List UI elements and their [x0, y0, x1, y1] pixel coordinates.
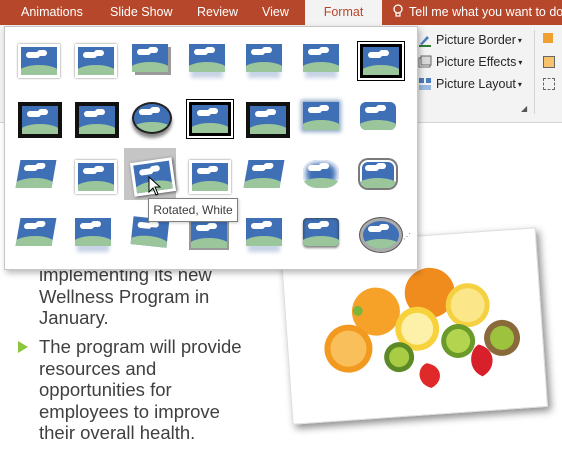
tell-me-box[interactable]: Tell me what you want to do — [392, 0, 562, 25]
picture-style-thumbnail — [187, 100, 233, 138]
chevron-down-icon: ▾ — [517, 80, 522, 89]
align-icon[interactable] — [543, 78, 555, 90]
mouse-pointer-icon — [148, 175, 162, 201]
picture-effects-button[interactable]: Picture Effects ▾ — [418, 52, 522, 72]
picture-style-option[interactable] — [10, 32, 62, 84]
picture-style-option[interactable] — [124, 90, 176, 142]
picture-style-thumbnail — [75, 44, 117, 78]
picture-style-thumbnail — [189, 160, 231, 194]
picture-style-option[interactable] — [238, 32, 290, 84]
picture-style-thumbnail — [246, 44, 282, 72]
layout-icon — [419, 78, 431, 90]
tell-me-text: Tell me what you want to do — [409, 5, 562, 19]
picture-styles-gallery — [4, 26, 418, 270]
effects-icon — [418, 55, 432, 68]
picture-style-thumbnail — [75, 102, 119, 138]
picture-effects-label: Picture Effects — [436, 55, 517, 69]
picture-style-thumbnail — [303, 102, 339, 130]
tab-slide-show[interactable]: Slide Show — [110, 0, 173, 25]
picture-style-thumbnail — [243, 160, 285, 188]
picture-style-option[interactable] — [295, 206, 347, 258]
picture-style-thumbnail — [360, 160, 396, 188]
picture-style-thumbnail — [303, 160, 339, 188]
picture-style-option[interactable] — [352, 206, 404, 258]
picture-border-label: Picture Border — [436, 33, 516, 47]
picture-style-thumbnail — [75, 218, 111, 246]
picture-style-option[interactable] — [238, 206, 290, 258]
picture-style-option[interactable] — [10, 206, 62, 258]
picture-style-thumbnail — [18, 102, 62, 138]
picture-style-option[interactable] — [295, 90, 347, 142]
picture-style-option[interactable] — [67, 206, 119, 258]
picture-style-thumbnail — [360, 218, 402, 252]
picture-style-thumbnail — [246, 102, 290, 138]
picture-style-option[interactable] — [238, 90, 290, 142]
picture-style-thumbnail — [75, 160, 117, 194]
chevron-down-icon: ▾ — [518, 58, 523, 67]
style-tooltip: Rotated, White — [148, 198, 238, 222]
picture-style-option[interactable] — [181, 90, 233, 142]
picture-style-option[interactable] — [181, 32, 233, 84]
picture-style-option[interactable] — [352, 90, 404, 142]
picture-style-option[interactable] — [352, 148, 404, 200]
picture-style-thumbnail — [189, 44, 225, 72]
bullet-arrow-icon — [18, 341, 28, 353]
slide-paragraph-2[interactable]: The program will provide resources and o… — [39, 336, 242, 444]
arrange-icon[interactable] — [543, 33, 553, 43]
picture-style-option[interactable] — [352, 32, 404, 84]
picture-style-thumbnail — [132, 44, 168, 72]
picture-style-option[interactable] — [295, 32, 347, 84]
picture-style-thumbnail — [132, 102, 172, 134]
picture-style-option[interactable] — [67, 32, 119, 84]
picture-style-option[interactable] — [67, 148, 119, 200]
picture-border-button[interactable]: Picture Border ▾ — [418, 30, 522, 50]
picture-style-option[interactable] — [295, 148, 347, 200]
picture-style-thumbnail — [189, 218, 229, 250]
pen-icon — [419, 36, 431, 47]
chevron-down-icon: ▾ — [517, 36, 522, 45]
slide-paragraph-1[interactable]: implementing its new Wellness Program in… — [39, 264, 212, 329]
picture-style-option[interactable] — [67, 90, 119, 142]
picture-layout-button[interactable]: Picture Layout ▾ — [418, 74, 522, 94]
picture-layout-label: Picture Layout — [436, 77, 516, 91]
selection-icon[interactable] — [543, 56, 555, 68]
ribbon-tab-bar: Animations Slide Show Review View Format… — [0, 0, 562, 25]
dialog-launcher-icon[interactable]: ◢ — [521, 104, 527, 113]
lightbulb-icon — [393, 4, 403, 17]
ribbon-separator — [534, 30, 535, 114]
picture-style-thumbnail — [303, 44, 339, 72]
picture-style-option[interactable] — [124, 32, 176, 84]
picture-style-thumbnail — [246, 218, 282, 246]
picture-style-thumbnail — [18, 44, 60, 78]
picture-style-thumbnail — [15, 160, 57, 188]
picture-style-thumbnail — [303, 218, 339, 246]
picture-style-option[interactable] — [10, 148, 62, 200]
tab-format[interactable]: Format — [305, 0, 382, 25]
picture-style-option[interactable] — [238, 148, 290, 200]
tab-animations[interactable]: Animations — [21, 0, 83, 25]
picture-style-thumbnail — [358, 42, 404, 80]
picture-style-thumbnail — [15, 218, 57, 246]
picture-style-option[interactable] — [181, 148, 233, 200]
tab-review[interactable]: Review — [197, 0, 238, 25]
resize-grip-icon[interactable]: ⋰ — [403, 232, 411, 241]
picture-style-thumbnail — [360, 102, 396, 130]
picture-style-option[interactable] — [10, 90, 62, 142]
tab-view[interactable]: View — [262, 0, 289, 25]
